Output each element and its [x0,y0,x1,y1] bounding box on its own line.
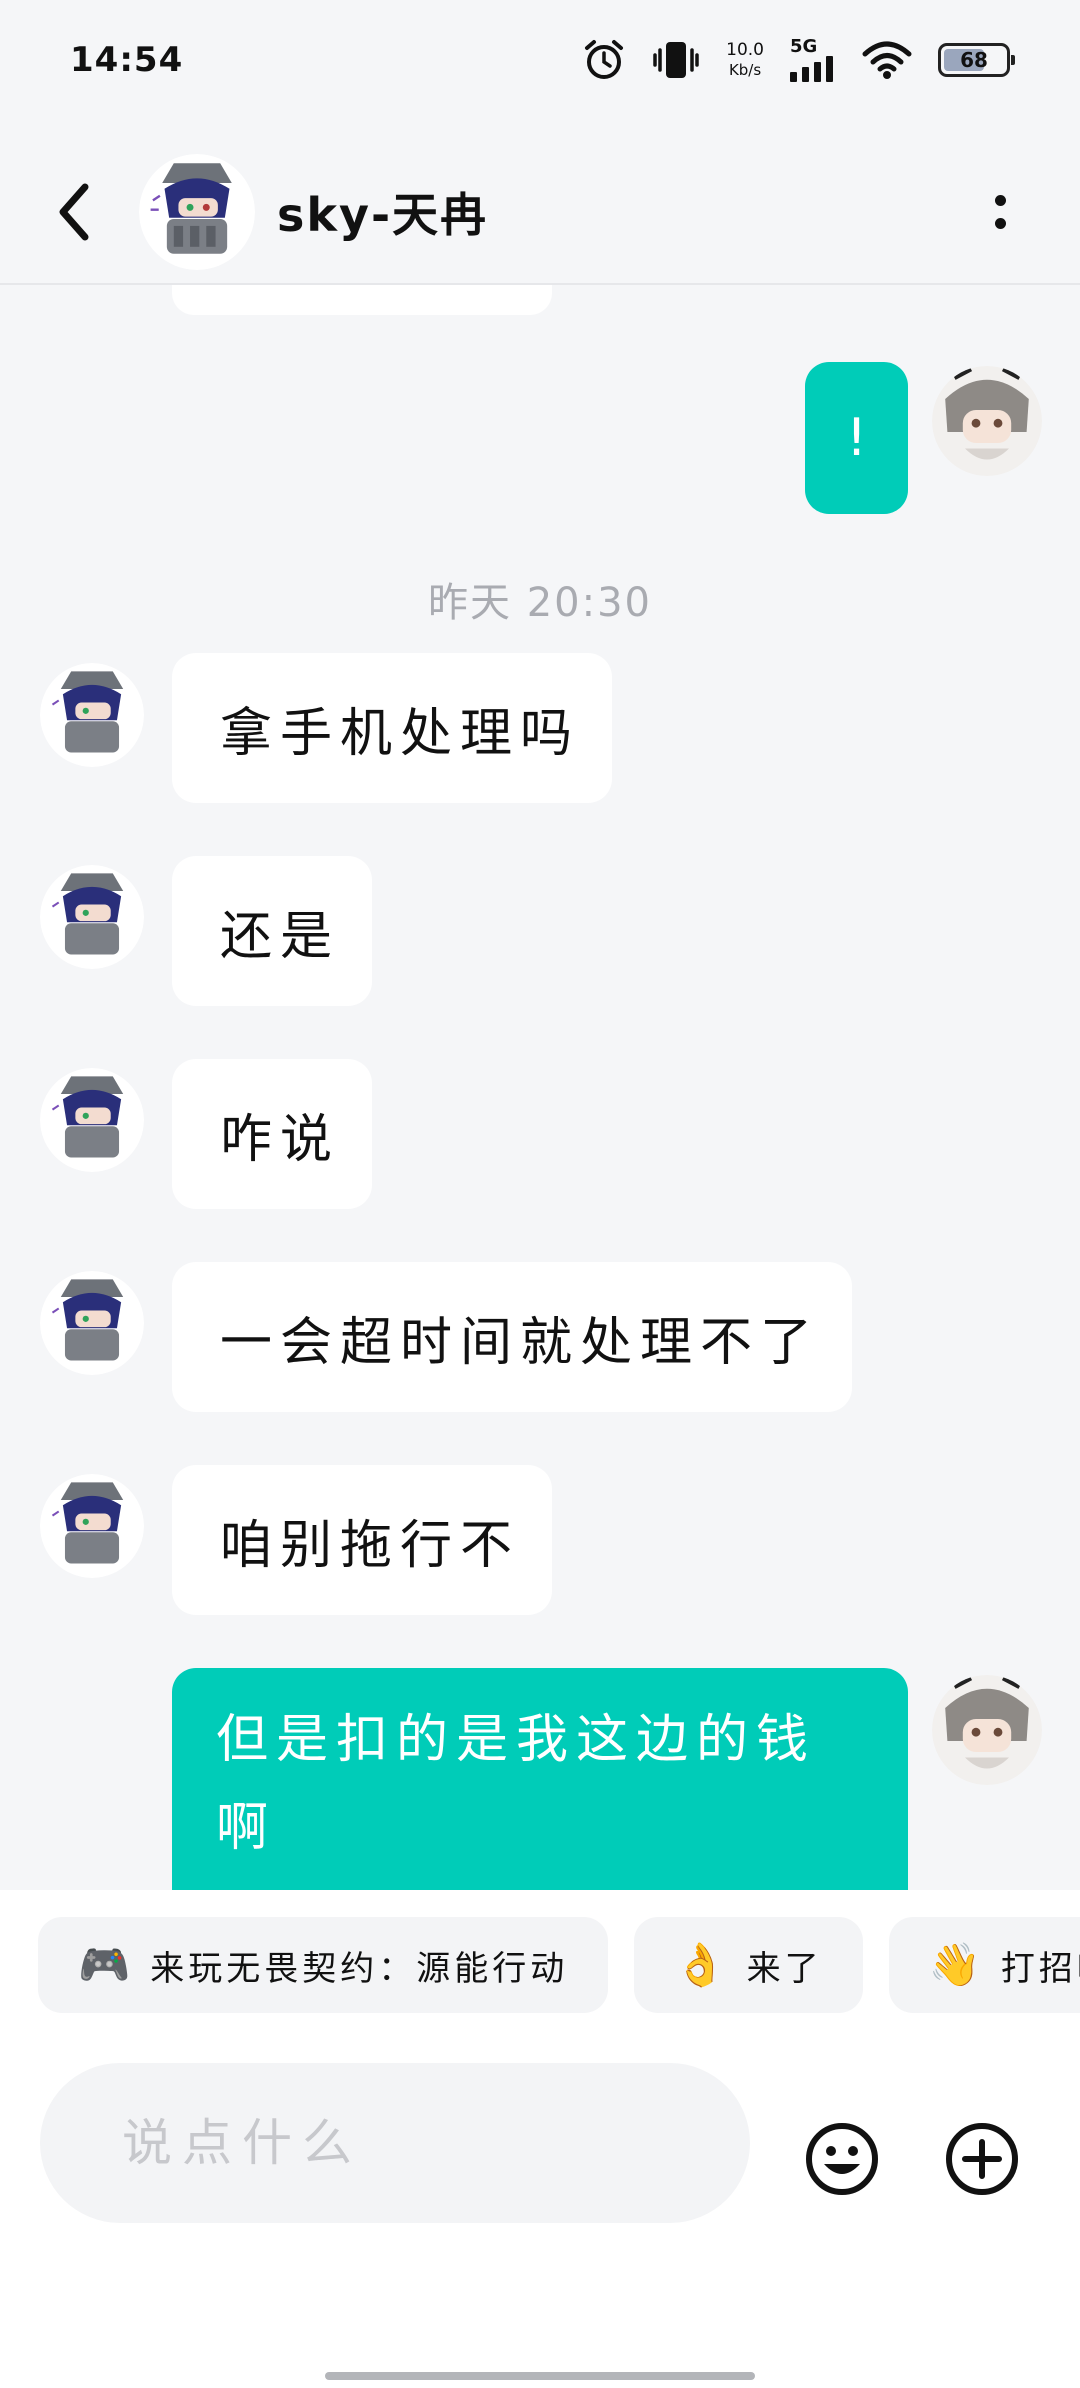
more-button[interactable] [980,172,1020,252]
chat-header: sky-天冉 [0,140,1080,285]
gamepad-icon: 🎮 [78,1940,135,1989]
plus-button[interactable] [945,2122,1019,2196]
signal-icon [790,56,833,82]
message-list[interactable]: ! 昨天 20:30 拿手机处理吗 还是 咋说 一会超时间就处理不了 咱别拖行不… [0,285,1080,1890]
smile-icon [806,2123,878,2195]
message-text: 一会超时间就处理不了 [220,1312,821,1373]
message-bubble-incoming[interactable]: 拿手机处理吗 [172,653,612,803]
message-text-line-2: 啊 [216,1798,277,1858]
emoji-button[interactable] [805,2122,879,2196]
timestamp: 昨天 20:30 [428,580,652,626]
status-icons: 10.0 Kb/s 5G 68 [582,38,1015,82]
message-input[interactable] [40,2063,750,2223]
quick-reply-label: 来了 [746,1948,823,1989]
wifi-icon [862,41,912,79]
contact-name: sky-天冉 [277,187,489,242]
net-speed: 10.0 Kb/s [726,40,764,80]
back-button[interactable] [55,172,125,252]
message-text: 咱别拖行不 [220,1515,521,1576]
home-indicator[interactable] [325,2372,755,2380]
chevron-left-icon [59,183,89,240]
message-bubble-outgoing[interactable]: ! [805,362,908,514]
wave-icon: 👋 [928,1940,985,1989]
message-text: 还是 [220,906,341,967]
message-bubble-incoming[interactable]: 还是 [172,856,372,1006]
sender-avatar-image [40,1068,144,1172]
sender-avatar[interactable] [40,865,144,969]
network-type: 5G [790,36,818,57]
quick-reply-label: 来玩无畏契约：源能行动 [150,1948,569,1989]
sender-avatar[interactable] [40,663,144,767]
quick-reply-bar: 🎮 来玩无畏契约：源能行动 👌 来了 👋 打招呼 [0,1890,1080,2040]
net-speed-value: 10.0 [726,40,764,60]
quick-reply-chip[interactable]: 👋 打招呼 [888,1917,1080,2013]
my-avatar[interactable] [932,1675,1042,1785]
message-bubble-outgoing[interactable]: 但是扣的是我这边的钱 啊 [172,1668,908,1890]
sender-avatar[interactable] [40,1474,144,1578]
plus-circle-icon [946,2123,1018,2195]
cellular-signal: 5G [790,38,836,82]
quick-reply-chip[interactable]: 👌 来了 [634,1917,863,2013]
more-vertical-icon [994,194,1006,206]
my-avatar-image [932,1675,1042,1785]
composer [0,2040,1080,2388]
status-time: 14:54 [70,40,184,80]
message-text: 咋说 [220,1109,341,1170]
sender-avatar[interactable] [40,1068,144,1172]
message-bubble-incoming[interactable]: 咱别拖行不 [172,1465,552,1615]
vibrate-icon [653,42,699,78]
alarm-icon [585,40,624,79]
contact-avatar[interactable] [139,153,255,270]
contact-avatar-image [139,153,255,270]
status-bar: 14:54 10.0 Kb/s 5G 68 [0,0,1080,120]
message-text-line-1: 但是扣的是我这边的钱 [216,1710,817,1770]
message-text: ! [846,408,867,468]
message-bubble-incoming[interactable]: 咋说 [172,1059,372,1209]
sender-avatar-image [40,663,144,767]
quick-reply-label: 打招呼 [1000,1948,1080,1989]
ok-hand-icon: 👌 [674,1940,731,1989]
my-avatar-image [932,366,1042,476]
battery-icon: 68 [938,43,1015,77]
sender-avatar-image [40,1271,144,1375]
my-avatar[interactable] [932,366,1042,476]
more-vertical-icon-dot [994,217,1006,229]
message-bubble-partial [172,285,552,315]
message-text: 拿手机处理吗 [220,703,581,764]
battery-percent: 68 [960,48,988,72]
sender-avatar-image [40,1474,144,1578]
quick-reply-chip[interactable]: 🎮 来玩无畏契约：源能行动 [38,1917,609,2013]
net-speed-unit: Kb/s [728,61,762,79]
sender-avatar-image [40,865,144,969]
sender-avatar[interactable] [40,1271,144,1375]
message-bubble-incoming[interactable]: 一会超时间就处理不了 [172,1262,852,1412]
